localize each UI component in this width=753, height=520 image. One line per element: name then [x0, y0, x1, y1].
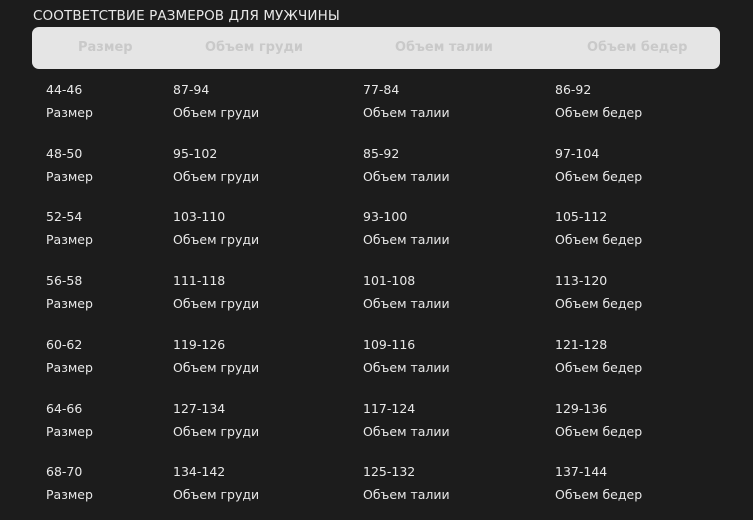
size-label: Размер	[46, 487, 93, 502]
header-hips: Объем бедер	[587, 40, 688, 55]
hips-value: 105-112	[555, 209, 608, 224]
size-cell: 64-66 Размер	[46, 401, 93, 440]
chest-label: Объем груди	[173, 169, 260, 184]
hips-value: 113-120	[555, 273, 608, 288]
size-value: 48-50	[46, 146, 83, 161]
size-value: 64-66	[46, 401, 83, 416]
waist-cell: 93-100 Объем талии	[363, 209, 450, 248]
size-label: Размер	[46, 296, 93, 311]
waist-cell: 117-124 Объем талии	[363, 401, 450, 440]
size-cell: 68-70 Размер	[46, 464, 93, 503]
size-value: 68-70	[46, 464, 83, 479]
waist-cell: 125-132 Объем талии	[363, 464, 450, 503]
hips-label: Объем бедер	[555, 169, 643, 184]
waist-value: 101-108	[363, 273, 416, 288]
size-value: 52-54	[46, 209, 83, 224]
chest-value: 111-118	[173, 273, 226, 288]
size-label: Размер	[46, 232, 93, 247]
table-row: 48-50 Размер 95-102 Объем груди 85-92 Объем…	[0, 146, 753, 194]
chest-value: 87-94	[173, 82, 210, 97]
hips-value: 129-136	[555, 401, 608, 416]
hips-label: Объем бедер	[555, 487, 643, 502]
hips-value: 86-92	[555, 82, 592, 97]
waist-label: Объем талии	[363, 105, 450, 120]
size-label: Размер	[46, 105, 93, 120]
chest-value: 95-102	[173, 146, 218, 161]
table-row: 64-66 Размер 127-134 Объем груди 117-124 Об…	[0, 401, 753, 449]
table-row: 56-58 Размер 111-118 Объем груди 101-108 Об…	[0, 273, 753, 321]
chest-label: Объем груди	[173, 296, 260, 311]
chest-value: 119-126	[173, 337, 226, 352]
size-chart-title: СООТВЕТСТВИЕ РАЗМЕРОВ ДЛЯ МУЖЧИНЫ	[33, 8, 340, 24]
hips-label: Объем бедер	[555, 232, 643, 247]
chest-cell: 134-142 Объем груди	[173, 464, 259, 503]
table-row: 52-54 Размер 103-110 Объем груди 93-100 Объ…	[0, 209, 753, 257]
table-header: Размер Объем груди Объем талии Объем бед…	[32, 27, 720, 69]
hips-cell: 129-136 Объем бедер	[555, 401, 642, 440]
hips-cell: 86-92 Объем бедер	[555, 82, 642, 121]
chest-label: Объем груди	[173, 487, 260, 502]
size-value: 44-46	[46, 82, 83, 97]
waist-value: 85-92	[363, 146, 400, 161]
waist-label: Объем талии	[363, 360, 450, 375]
size-label: Размер	[46, 360, 93, 375]
size-cell: 48-50 Размер	[46, 146, 93, 185]
chest-cell: 111-118 Объем груди	[173, 273, 259, 312]
chest-value: 103-110	[173, 209, 226, 224]
table-row: 68-70 Размер 134-142 Объем груди 125-132 Об…	[0, 464, 753, 512]
chest-cell: 103-110 Объем груди	[173, 209, 259, 248]
hips-value: 137-144	[555, 464, 608, 479]
chest-cell: 95-102 Объем груди	[173, 146, 259, 185]
waist-label: Объем талии	[363, 424, 450, 439]
table-row: 44-46 Размер 87-94 Объем груди 77-84 Объем …	[0, 82, 753, 130]
hips-value: 97-104	[555, 146, 600, 161]
chest-label: Объем груди	[173, 360, 260, 375]
size-label: Размер	[46, 169, 93, 184]
size-label: Размер	[46, 424, 93, 439]
size-value: 60-62	[46, 337, 83, 352]
hips-label: Объем бедер	[555, 105, 643, 120]
size-value: 56-58	[46, 273, 83, 288]
hips-label: Объем бедер	[555, 296, 643, 311]
chest-label: Объем груди	[173, 105, 260, 120]
hips-cell: 113-120 Объем бедер	[555, 273, 642, 312]
chest-cell: 119-126 Объем груди	[173, 337, 259, 376]
waist-cell: 101-108 Объем талии	[363, 273, 450, 312]
chest-label: Объем груди	[173, 232, 260, 247]
chest-value: 134-142	[173, 464, 226, 479]
hips-label: Объем бедер	[555, 360, 643, 375]
waist-value: 125-132	[363, 464, 416, 479]
waist-cell: 77-84 Объем талии	[363, 82, 450, 121]
size-cell: 56-58 Размер	[46, 273, 93, 312]
hips-cell: 105-112 Объем бедер	[555, 209, 642, 248]
waist-value: 117-124	[363, 401, 416, 416]
header-chest: Объем груди	[205, 40, 304, 55]
waist-label: Объем талии	[363, 232, 450, 247]
waist-value: 93-100	[363, 209, 408, 224]
waist-cell: 85-92 Объем талии	[363, 146, 450, 185]
hips-label: Объем бедер	[555, 424, 643, 439]
size-cell: 52-54 Размер	[46, 209, 93, 248]
waist-label: Объем талии	[363, 296, 450, 311]
table-row: 60-62 Размер 119-126 Объем груди 109-116 Об…	[0, 337, 753, 385]
chest-label: Объем груди	[173, 424, 260, 439]
waist-value: 77-84	[363, 82, 400, 97]
hips-value: 121-128	[555, 337, 608, 352]
waist-label: Объем талии	[363, 169, 450, 184]
header-size: Размер	[78, 40, 133, 55]
chest-cell: 127-134 Объем груди	[173, 401, 259, 440]
waist-cell: 109-116 Объем талии	[363, 337, 450, 376]
chest-value: 127-134	[173, 401, 226, 416]
hips-cell: 121-128 Объем бедер	[555, 337, 642, 376]
header-waist: Объем талии	[395, 40, 493, 55]
size-cell: 44-46 Размер	[46, 82, 93, 121]
waist-label: Объем талии	[363, 487, 450, 502]
hips-cell: 97-104 Объем бедер	[555, 146, 642, 185]
hips-cell: 137-144 Объем бедер	[555, 464, 642, 503]
chest-cell: 87-94 Объем груди	[173, 82, 259, 121]
size-cell: 60-62 Размер	[46, 337, 93, 376]
waist-value: 109-116	[363, 337, 416, 352]
